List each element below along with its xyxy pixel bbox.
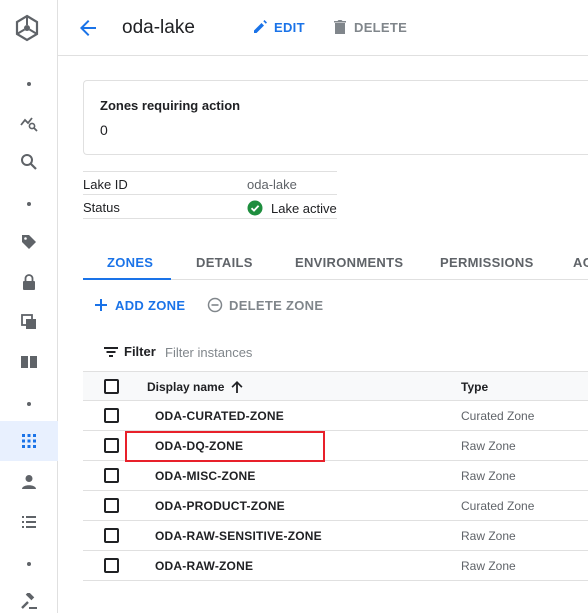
zone-name-link[interactable]: ODA-CURATED-ZONE bbox=[155, 409, 284, 423]
edit-button[interactable]: EDIT bbox=[252, 19, 305, 35]
rail-item-list[interactable] bbox=[0, 502, 58, 542]
rail-item-security[interactable] bbox=[0, 262, 58, 302]
table-row[interactable]: ODA-RAW-ZONE Raw Zone bbox=[83, 551, 588, 581]
rail-item-people[interactable] bbox=[0, 462, 58, 502]
zone-name-link[interactable]: ODA-RAW-SENSITIVE-ZONE bbox=[155, 529, 322, 543]
book-icon bbox=[21, 356, 37, 368]
lock-icon bbox=[23, 274, 35, 290]
back-arrow-icon[interactable] bbox=[76, 16, 100, 40]
zones-table: Display name Type ODA-CURATED-ZONE Curat… bbox=[83, 371, 588, 581]
zone-name-link[interactable]: ODA-MISC-ZONE bbox=[155, 469, 256, 483]
zone-type: Raw Zone bbox=[461, 529, 516, 543]
status-label: Status bbox=[83, 200, 120, 215]
table-row[interactable]: ODA-RAW-SENSITIVE-ZONE Raw Zone bbox=[83, 521, 588, 551]
arrow-up-icon bbox=[231, 381, 243, 393]
column-header-display-name[interactable]: Display name bbox=[147, 380, 244, 394]
table-header: Display name Type bbox=[83, 371, 588, 401]
edit-label: EDIT bbox=[274, 19, 305, 35]
filter-label: Filter bbox=[124, 344, 156, 359]
list-icon bbox=[22, 516, 36, 528]
copy-icon bbox=[21, 314, 36, 329]
status-value-wrap: Lake active bbox=[247, 200, 337, 216]
filter-icon bbox=[104, 347, 118, 357]
rail-dot bbox=[0, 544, 58, 584]
filter-bar: Filter bbox=[83, 333, 588, 371]
page-header: oda-lake EDIT DELETE bbox=[58, 0, 588, 56]
row-checkbox[interactable] bbox=[104, 438, 119, 453]
rail-dot bbox=[0, 384, 58, 424]
info-row-lake-id: Lake ID oda-lake bbox=[83, 171, 337, 195]
check-circle-icon bbox=[247, 200, 263, 216]
chart-search-icon bbox=[20, 117, 38, 132]
active-tab-indicator bbox=[83, 278, 171, 280]
delete-label: DELETE bbox=[354, 19, 408, 35]
tag-icon bbox=[22, 235, 36, 249]
card-value: 0 bbox=[100, 122, 108, 138]
tab-details[interactable]: DETAILS bbox=[196, 255, 253, 270]
row-checkbox[interactable] bbox=[104, 408, 119, 423]
delete-zone-button[interactable]: DELETE ZONE bbox=[207, 297, 323, 313]
rail-item-copy[interactable] bbox=[0, 302, 58, 342]
delete-zone-label: DELETE ZONE bbox=[229, 297, 324, 313]
table-row[interactable]: ODA-PRODUCT-ZONE Curated Zone bbox=[83, 491, 588, 521]
tab-actions[interactable]: AC bbox=[573, 255, 588, 270]
highlight-box bbox=[125, 431, 325, 462]
display-name-header-label: Display name bbox=[147, 380, 225, 394]
rail-item-governance[interactable] bbox=[0, 582, 58, 613]
table-row[interactable]: ODA-CURATED-ZONE Curated Zone bbox=[83, 401, 588, 431]
zone-type: Curated Zone bbox=[461, 499, 535, 513]
trash-icon bbox=[334, 20, 346, 34]
search-icon bbox=[21, 154, 37, 170]
rail-dot bbox=[0, 64, 58, 104]
status-value: Lake active bbox=[271, 200, 337, 216]
tab-permissions[interactable]: PERMISSIONS bbox=[440, 255, 534, 270]
rail-item-search[interactable] bbox=[0, 142, 58, 182]
dataplex-logo-icon[interactable] bbox=[13, 14, 41, 42]
table-row[interactable]: ODA-MISC-ZONE Raw Zone bbox=[83, 461, 588, 491]
left-nav-rail bbox=[0, 0, 58, 613]
rail-item-insights[interactable] bbox=[0, 103, 58, 143]
tab-zones[interactable]: ZONES bbox=[107, 255, 153, 270]
gavel-icon bbox=[21, 593, 37, 609]
grid-icon bbox=[22, 434, 36, 448]
card-title: Zones requiring action bbox=[100, 98, 241, 113]
zones-requiring-action-card: Zones requiring action 0 bbox=[83, 80, 588, 155]
zone-name-link[interactable]: ODA-RAW-ZONE bbox=[155, 559, 253, 573]
page-title: oda-lake bbox=[122, 17, 195, 38]
rail-item-manage[interactable] bbox=[0, 421, 58, 461]
lake-id-label: Lake ID bbox=[83, 177, 128, 192]
tab-bar: ZONES DETAILS ENVIRONMENTS PERMISSIONS A… bbox=[83, 244, 588, 280]
delete-button[interactable]: DELETE bbox=[332, 19, 407, 35]
row-checkbox[interactable] bbox=[104, 468, 119, 483]
zone-name-link[interactable]: ODA-PRODUCT-ZONE bbox=[155, 499, 285, 513]
zone-type: Raw Zone bbox=[461, 559, 516, 573]
add-zone-button[interactable]: ADD ZONE bbox=[93, 297, 185, 313]
tab-environments[interactable]: ENVIRONMENTS bbox=[295, 255, 403, 270]
row-checkbox[interactable] bbox=[104, 498, 119, 513]
zone-type: Raw Zone bbox=[461, 439, 516, 453]
row-checkbox[interactable] bbox=[104, 528, 119, 543]
zone-type: Curated Zone bbox=[461, 409, 535, 423]
info-row-status: Status Lake active bbox=[83, 195, 337, 219]
filter-input[interactable] bbox=[165, 341, 365, 363]
rail-dot bbox=[0, 184, 58, 224]
rail-item-glossary[interactable] bbox=[0, 342, 58, 382]
zone-type: Raw Zone bbox=[461, 469, 516, 483]
pencil-icon bbox=[254, 20, 267, 33]
add-zone-label: ADD ZONE bbox=[115, 297, 186, 313]
select-all-checkbox[interactable] bbox=[104, 379, 119, 394]
table-row[interactable]: ODA-DQ-ZONE Raw Zone bbox=[83, 431, 588, 462]
minus-circle-icon bbox=[207, 297, 223, 313]
plus-icon bbox=[95, 299, 107, 311]
person-icon bbox=[22, 475, 36, 489]
rail-item-tags[interactable] bbox=[0, 222, 58, 262]
column-header-type[interactable]: Type bbox=[461, 380, 488, 394]
row-checkbox[interactable] bbox=[104, 558, 119, 573]
lake-id-value: oda-lake bbox=[247, 177, 297, 192]
